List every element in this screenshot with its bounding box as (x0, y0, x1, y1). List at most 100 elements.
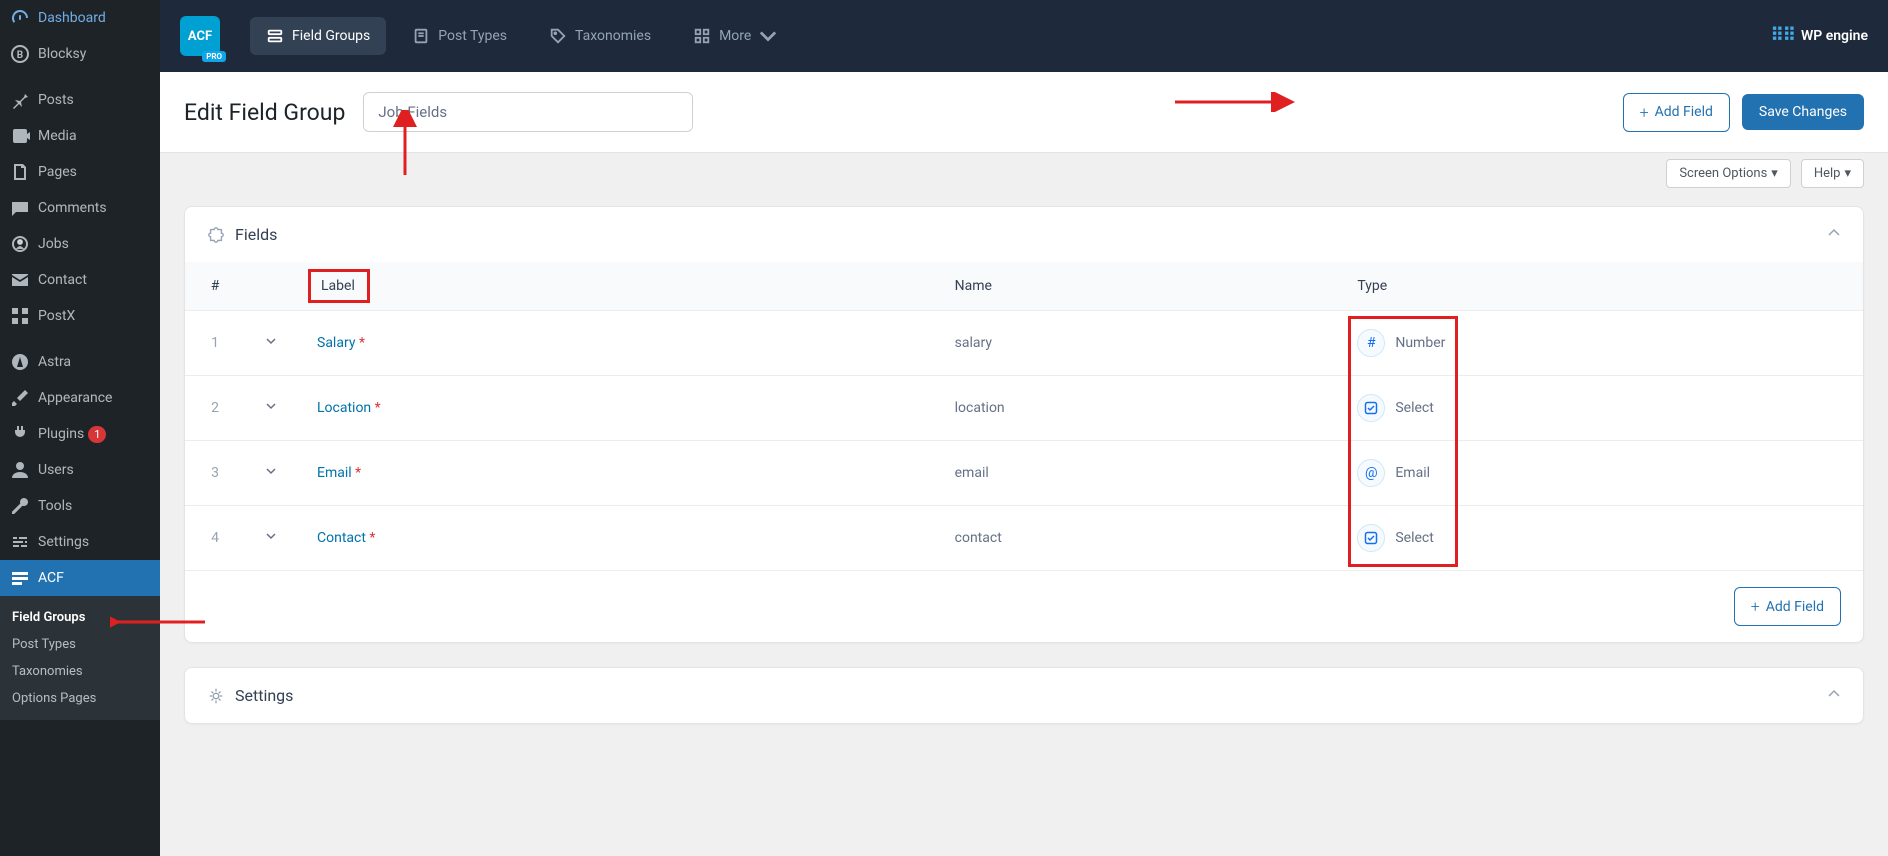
sidebar-item-label: Users (38, 462, 74, 478)
tag-icon (549, 27, 567, 45)
tab-label: Taxonomies (575, 28, 651, 44)
row-expand-toggle[interactable] (265, 465, 277, 481)
row-label-cell: Salary * (297, 311, 935, 376)
screen-options-button[interactable]: Screen Options ▾ (1666, 159, 1791, 188)
post-icon (412, 27, 430, 45)
panel-title: Settings (235, 686, 293, 705)
tab-post-types[interactable]: Post Types (396, 17, 523, 55)
sidebar-item-label: Comments (38, 200, 107, 216)
field-label-link[interactable]: Email (317, 465, 352, 481)
row-expand-toggle[interactable] (265, 400, 277, 416)
type-text: Email (1395, 465, 1430, 481)
sidebar-item-tools[interactable]: Tools (0, 488, 160, 524)
b-circle-icon: B (10, 44, 30, 64)
sidebar-item-label: Dashboard (38, 10, 106, 26)
row-toggle-cell (245, 506, 297, 571)
row-type-cell: Select (1337, 376, 1863, 441)
sidebar-item-label: Blocksy (38, 46, 86, 62)
collapse-panel-button[interactable] (1827, 686, 1841, 705)
required-marker: * (355, 465, 361, 481)
sidebar-item-media[interactable]: Media (0, 118, 160, 154)
update-badge: 1 (88, 426, 106, 443)
field-group-title-input[interactable] (363, 92, 693, 132)
table-row[interactable]: 3Email *email@Email (185, 441, 1863, 506)
tab-field-groups[interactable]: Field Groups (250, 17, 386, 55)
row-name-cell: email (935, 441, 1338, 506)
sidebar-item-label: Posts (38, 92, 74, 108)
table-row[interactable]: 4 Contact * contactSelect (185, 506, 1863, 571)
sidebar-item-contact[interactable]: Contact (0, 262, 160, 298)
wp-admin-sidebar: Dashboard B Blocksy Posts Media Pages Co… (0, 0, 160, 856)
row-name-cell: contact (935, 506, 1338, 571)
button-label: Save Changes (1759, 104, 1847, 120)
row-toggle-cell (245, 441, 297, 506)
tab-more[interactable]: More (677, 17, 793, 55)
row-order: 4 (185, 506, 245, 571)
sidebar-item-acf[interactable]: ACF (0, 560, 160, 596)
type-icon (1357, 394, 1385, 422)
field-label-link[interactable]: Location (317, 400, 371, 416)
user-icon (10, 460, 30, 480)
row-type-cell: @Email (1337, 441, 1863, 506)
sidebar-item-astra[interactable]: Astra (0, 344, 160, 380)
column-type: Type (1337, 262, 1863, 311)
row-label-cell: Email * (297, 441, 935, 506)
dropdown-caret-icon: ▾ (1844, 166, 1851, 181)
sidebar-item-label: ACF (38, 570, 64, 586)
tab-label: Field Groups (292, 28, 370, 44)
grid-icon (10, 306, 30, 326)
puzzle-icon (207, 226, 225, 244)
sidebar-item-dashboard[interactable]: Dashboard (0, 0, 160, 36)
sidebar-sub-field-groups[interactable]: Field Groups (0, 604, 160, 631)
sidebar-item-blocksy[interactable]: B Blocksy (0, 36, 160, 72)
collapse-panel-button[interactable] (1827, 225, 1841, 244)
row-expand-toggle[interactable] (265, 335, 277, 351)
field-label-link[interactable]: Salary (317, 335, 355, 351)
fields-panel: Fields # Label Name (184, 206, 1864, 643)
row-order: 2 (185, 376, 245, 441)
plug-icon (10, 424, 30, 444)
row-toggle-cell (245, 376, 297, 441)
sidebar-sub-options-pages[interactable]: Options Pages (0, 685, 160, 712)
button-label: Add Field (1655, 104, 1713, 120)
sidebar-sub-taxonomies[interactable]: Taxonomies (0, 658, 160, 685)
panel-title: Fields (235, 225, 277, 244)
fields-table: # Label Name Type 1Salary *salary#Number… (185, 262, 1863, 570)
add-field-button-bottom[interactable]: + Add Field (1734, 587, 1841, 626)
acf-icon (10, 568, 30, 588)
tab-taxonomies[interactable]: Taxonomies (533, 17, 667, 55)
required-marker: * (369, 530, 375, 546)
row-expand-toggle[interactable] (265, 530, 277, 546)
row-type-cell: Select (1337, 506, 1863, 571)
button-label: Help (1814, 166, 1841, 181)
table-row[interactable]: 1Salary *salary#Number (185, 311, 1863, 376)
sidebar-item-settings[interactable]: Settings (0, 524, 160, 560)
column-label: Label (297, 262, 935, 311)
column-toggle (245, 262, 297, 311)
sidebar-item-postx[interactable]: PostX (0, 298, 160, 334)
panel-header: Fields (185, 207, 1863, 262)
table-row[interactable]: 2 Location *locationSelect (185, 376, 1863, 441)
field-label-link[interactable]: Contact (317, 530, 366, 546)
row-name-cell: location (935, 376, 1338, 441)
sidebar-item-appearance[interactable]: Appearance (0, 380, 160, 416)
sidebar-item-posts[interactable]: Posts (0, 82, 160, 118)
sidebar-item-label: Tools (38, 498, 72, 514)
briefcase-icon (10, 234, 30, 254)
sidebar-item-comments[interactable]: Comments (0, 190, 160, 226)
panel-header: Settings (185, 668, 1863, 723)
help-button[interactable]: Help ▾ (1801, 159, 1864, 188)
save-changes-button[interactable]: Save Changes (1742, 94, 1864, 130)
sidebar-sub-post-types[interactable]: Post Types (0, 631, 160, 658)
sidebar-item-plugins[interactable]: Plugins 1 (0, 416, 160, 452)
sidebar-submenu: Field Groups Post Types Taxonomies Optio… (0, 596, 160, 720)
add-field-button[interactable]: + Add Field (1623, 93, 1730, 132)
pin-icon (10, 90, 30, 110)
tab-label: Post Types (438, 28, 507, 44)
wpengine-text: WP engine (1801, 28, 1868, 44)
row-label-cell: Location * (297, 376, 935, 441)
sidebar-item-pages[interactable]: Pages (0, 154, 160, 190)
screen-options-row: Screen Options ▾ Help ▾ (160, 153, 1888, 188)
sidebar-item-users[interactable]: Users (0, 452, 160, 488)
sidebar-item-jobs[interactable]: Jobs (0, 226, 160, 262)
